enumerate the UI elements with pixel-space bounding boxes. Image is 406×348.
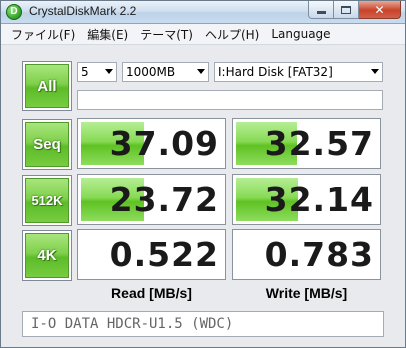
4k-button-label: 4K: [25, 233, 69, 278]
4k-button[interactable]: 4K: [22, 230, 72, 281]
512k-button-label: 512K: [25, 178, 69, 223]
drive-select[interactable]: I:Hard Disk [FAT32]: [214, 62, 383, 82]
4k-write-value: 0.783: [264, 235, 374, 274]
menu-language[interactable]: Language: [266, 27, 335, 41]
app-icon: D: [6, 4, 22, 20]
chevron-down-icon: [371, 69, 379, 74]
512k-button[interactable]: 512K: [22, 175, 72, 226]
4k-read-result: 0.522: [77, 229, 226, 280]
drive-info-field: I-O DATA HDCR-U1.5 (WDC): [22, 311, 384, 337]
window-controls: ✕: [308, 1, 401, 19]
status-field: [77, 90, 383, 110]
test-size-select[interactable]: 1000MB: [122, 62, 209, 82]
seq-read-result: 37.09: [77, 118, 226, 169]
minimize-icon: [316, 11, 326, 14]
menu-help[interactable]: ヘルプ(H): [200, 26, 264, 43]
seq-write-value: 32.57: [264, 124, 374, 163]
chevron-down-icon: [105, 69, 113, 74]
512k-read-result: 23.72: [77, 174, 226, 225]
all-button-label: All: [25, 64, 69, 108]
menu-theme[interactable]: テーマ(T): [135, 26, 198, 43]
menu-file[interactable]: ファイル(F): [6, 26, 80, 43]
maximize-button[interactable]: [334, 1, 359, 19]
seq-button[interactable]: Seq: [22, 119, 72, 170]
test-count-value: 5: [81, 65, 89, 79]
close-button[interactable]: ✕: [359, 1, 401, 19]
512k-write-value: 32.14: [264, 180, 374, 219]
512k-write-result: 32.14: [232, 174, 381, 225]
512k-read-value: 23.72: [109, 180, 219, 219]
seq-write-result: 32.57: [232, 118, 381, 169]
app-window: D CrystalDiskMark 2.2 ✕ ファイル(F) 編集(E) テー…: [0, 0, 406, 348]
minimize-button[interactable]: [308, 1, 334, 19]
menu-bar: ファイル(F) 編集(E) テーマ(T) ヘルプ(H) Language: [1, 24, 405, 45]
drive-value: I:Hard Disk [FAT32]: [218, 65, 333, 79]
seq-read-value: 37.09: [109, 124, 219, 163]
read-column-label: Read [MB/s]: [111, 285, 192, 301]
seq-button-label: Seq: [25, 122, 69, 167]
4k-read-value: 0.522: [109, 235, 219, 274]
4k-write-result: 0.783: [232, 229, 381, 280]
menu-edit[interactable]: 編集(E): [82, 26, 133, 43]
all-button[interactable]: All: [22, 61, 72, 111]
title-bar[interactable]: D CrystalDiskMark 2.2 ✕: [1, 1, 405, 24]
write-column-label: Write [MB/s]: [265, 285, 348, 301]
chevron-down-icon: [197, 69, 205, 74]
maximize-icon: [341, 5, 351, 14]
test-size-value: 1000MB: [126, 65, 176, 79]
close-icon: ✕: [374, 2, 385, 17]
test-count-select[interactable]: 5: [77, 62, 117, 82]
window-title: CrystalDiskMark 2.2: [29, 4, 137, 18]
